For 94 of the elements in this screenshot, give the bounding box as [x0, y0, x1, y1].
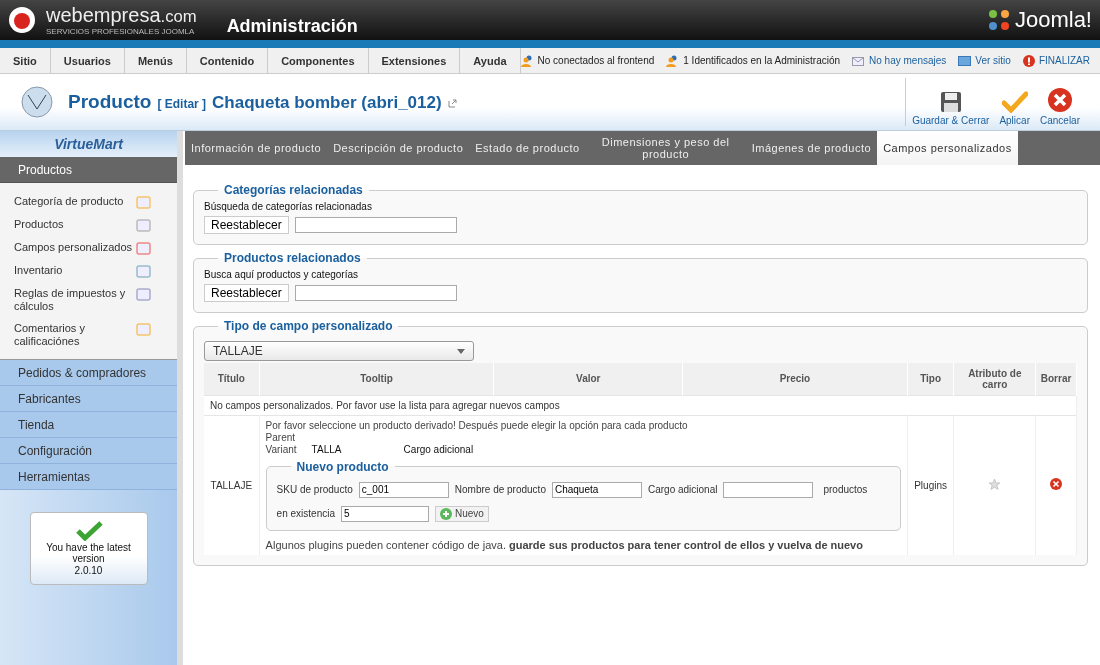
tab[interactable]: Descripción de producto: [327, 131, 470, 165]
field-type-dropdown[interactable]: TALLAJE: [204, 341, 474, 361]
version-message: You have the latest version: [45, 542, 132, 564]
checkmark-icon: [74, 521, 103, 541]
sidebar-item[interactable]: Campos personalizados: [14, 241, 132, 254]
sidebar-item[interactable]: Inventario: [14, 264, 63, 277]
sidebar-item[interactable]: Productos: [14, 218, 64, 231]
extra-charge-label: Cargo adicional: [403, 443, 474, 456]
sku-field[interactable]: c_001: [358, 481, 449, 498]
joomla-wordmark: Joomla!: [1014, 7, 1092, 33]
column-header: Atributo de carro: [953, 363, 1036, 395]
sidebar-section[interactable]: Pedidos & compradores: [0, 360, 177, 386]
fieldset-legend: Nuevo producto: [290, 459, 395, 474]
joomla-logo-icon: [986, 8, 1011, 32]
search-field[interactable]: [294, 217, 457, 233]
tab[interactable]: Estado de producto: [469, 131, 586, 165]
fieldset-legend: Tipo de campo personalizado: [218, 319, 399, 333]
sidebar-item[interactable]: Comentarios y calificaciónes: [14, 322, 136, 348]
field-label: en existencia: [276, 508, 335, 519]
virtuemart-logo: VirtueMart: [0, 131, 177, 157]
menu-item[interactable]: Extensiones: [368, 48, 461, 73]
field-label: Búsqueda de categorías relacionadas: [204, 201, 373, 212]
table-cell: Plugins: [907, 415, 954, 555]
tab[interactable]: Información de producto: [185, 131, 328, 165]
star-icon[interactable]: [988, 477, 1002, 491]
page-title: Producto: [68, 91, 152, 113]
tab[interactable]: Campos personalizados: [877, 131, 1018, 165]
delete-icon[interactable]: [1050, 478, 1063, 490]
save-button[interactable]: Guardar & Cerrar: [912, 91, 990, 126]
menu-item[interactable]: Usuarios: [50, 48, 125, 73]
status-text: 1 Identificados en la Administración: [683, 55, 841, 66]
name-field[interactable]: Chaqueta: [551, 481, 642, 498]
empty-message: No campos personalizados. Por favor use la lista para agregar nuevos campos: [204, 395, 1077, 415]
sidebar-section[interactable]: Herramientas: [0, 464, 177, 490]
menu-item[interactable]: Menús: [124, 48, 187, 73]
menu-item[interactable]: Sitio: [0, 48, 51, 73]
edit-label: [ Editar ]: [157, 97, 207, 111]
plugin-note: Algunos plugins pueden contener código de java. guarde sus productos para tener control de ellos y vuelva de nuevo: [265, 538, 864, 551]
menu-item[interactable]: Contenido: [186, 48, 269, 73]
external-link-icon[interactable]: [447, 99, 457, 108]
cancel-icon: [1047, 87, 1073, 113]
variant-value: TALLA: [311, 443, 343, 456]
parent-label: Parent: [265, 431, 297, 444]
stock-field[interactable]: 5: [341, 505, 429, 522]
brand-tagline: SERVICIOS PROFESIONALES JOOMLA: [46, 26, 196, 36]
variant-label: Variant: [265, 443, 298, 456]
menu-item[interactable]: Ayuda: [460, 48, 521, 73]
envelope-icon: [852, 55, 866, 66]
sidebar-section[interactable]: Tienda: [0, 412, 177, 438]
sidebar-item[interactable]: Reglas de impuestos y cálculos: [14, 287, 136, 313]
sidebar-section[interactable]: Productos: [0, 157, 177, 183]
sidebar-section[interactable]: Fabricantes: [0, 386, 177, 412]
status-text: No conectados al frontend: [537, 55, 655, 66]
search-field[interactable]: [294, 285, 457, 301]
tab[interactable]: Imágenes de producto: [745, 131, 878, 165]
column-header: Título: [204, 363, 260, 395]
column-header: Borrar: [1035, 363, 1077, 395]
brand-name: webempresa.com: [46, 4, 197, 27]
menu-item[interactable]: Componentes: [268, 48, 369, 73]
plus-icon: [440, 507, 452, 520]
version-number: 2.0.10: [74, 565, 103, 576]
header-title: Administración: [226, 15, 358, 37]
apply-button[interactable]: Aplicar: [999, 91, 1030, 126]
column-header: Tooltip: [259, 363, 494, 395]
table-cell: TALLAJE: [204, 415, 260, 555]
new-button[interactable]: Nuevo: [435, 505, 489, 522]
sidebar-section[interactable]: Configuración: [0, 438, 177, 464]
caret-icon: [457, 348, 465, 354]
brand-logo-icon: [8, 6, 36, 34]
field-label: productos: [823, 484, 868, 495]
reset-button[interactable]: Reestablecer: [204, 284, 289, 302]
monitor-icon: [958, 55, 972, 66]
reset-button[interactable]: Reestablecer: [204, 216, 289, 234]
product-name: Chaqueta bomber (abri_012): [212, 93, 442, 113]
column-header: Valor: [493, 363, 683, 395]
cancel-button[interactable]: Cancelar: [1039, 87, 1080, 126]
fieldset-legend: Categorías relacionadas: [218, 183, 369, 197]
checkmark-icon: [1001, 91, 1028, 113]
column-header: Precio: [682, 363, 908, 395]
status-link[interactable]: Ver sitio: [975, 55, 1011, 66]
column-header: Tipo: [907, 363, 954, 395]
sidebar-item[interactable]: Categoría de producto: [14, 195, 124, 208]
field-label: Cargo adicional: [647, 484, 718, 495]
users-icon: [520, 54, 534, 67]
status-link[interactable]: No hay mensajes: [869, 55, 947, 66]
field-label: Nombre de producto: [454, 484, 546, 495]
field-label: SKU de producto: [276, 484, 353, 495]
charge-field[interactable]: [723, 481, 814, 498]
alert-icon: [1022, 54, 1035, 67]
tab[interactable]: Dimensiones y peso del producto: [585, 131, 746, 165]
fieldset-legend: Productos relacionados: [218, 251, 367, 265]
notice-text: Por favor seleccione un producto derivado! Después puede elegir la opción para cada producto: [265, 419, 689, 432]
field-label: Busca aquí productos y categorías: [204, 269, 359, 280]
status-link[interactable]: FINALIZAR: [1038, 55, 1090, 66]
